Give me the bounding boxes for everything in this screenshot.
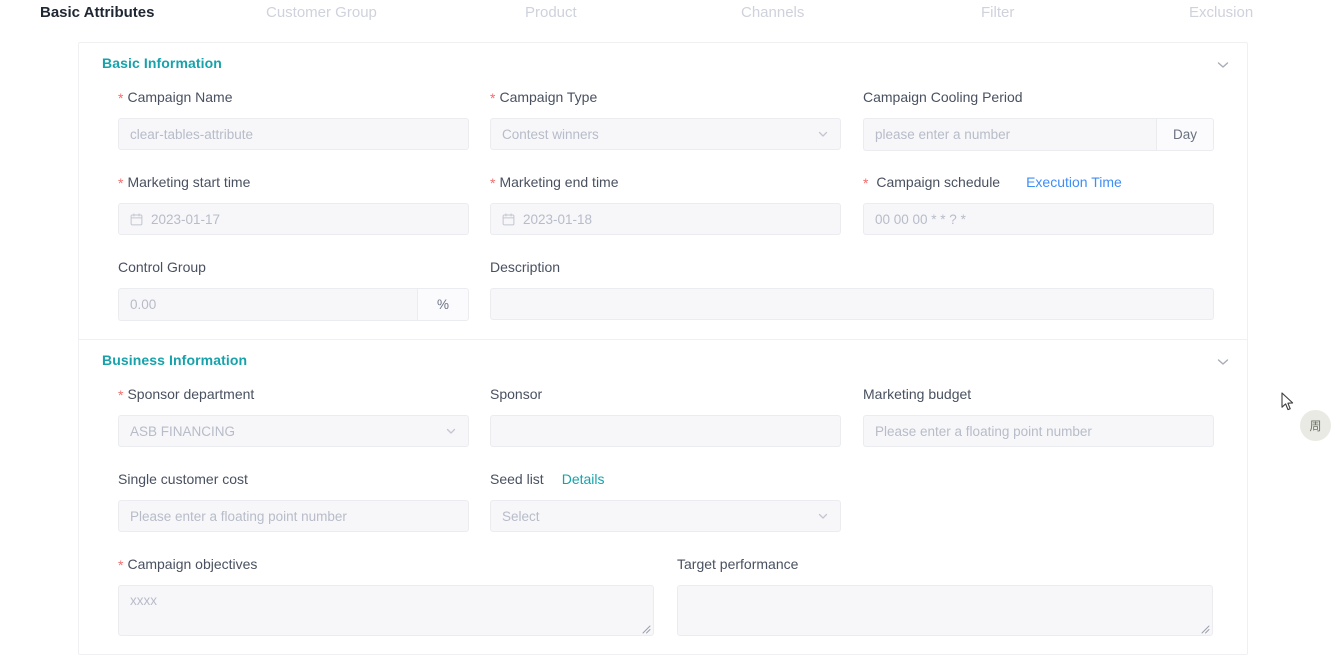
marketing-budget-placeholder: Please enter a floating point number — [875, 423, 1092, 439]
marketing-budget-input[interactable]: Please enter a floating point number — [863, 415, 1214, 447]
marketing-end-time-value: 2023-01-18 — [523, 211, 593, 227]
field-campaign-name: Campaign Name clear-tables-attribute — [118, 87, 469, 150]
label-campaign-objectives: Campaign objectives — [118, 554, 654, 574]
calendar-icon — [130, 212, 143, 226]
field-campaign-cooling-period: Campaign Cooling Period please enter a n… — [863, 87, 1214, 151]
section-title-basic: Basic Information — [102, 55, 222, 71]
cooling-period-input[interactable]: please enter a number — [863, 118, 1156, 151]
campaign-schedule-input[interactable]: 00 00 00 * * ? * — [863, 203, 1214, 235]
form-page: Basic Information Campaign Name clear-ta… — [0, 28, 1334, 671]
label-campaign-name: Campaign Name — [118, 87, 469, 107]
single-customer-cost-input[interactable]: Please enter a floating point number — [118, 500, 469, 532]
resize-handle-icon[interactable] — [639, 622, 651, 634]
tab-channels[interactable]: Channels — [741, 3, 804, 23]
campaign-objectives-placeholder: xxxx — [130, 593, 157, 608]
section-business-information: Business Information Sponsor department … — [79, 339, 1247, 654]
control-group-input[interactable]: 0.00 — [118, 288, 417, 321]
label-campaign-cooling-period: Campaign Cooling Period — [863, 89, 1023, 105]
label-control-group: Control Group — [118, 259, 206, 275]
seed-list-details-link[interactable]: Details — [562, 471, 605, 487]
marketing-start-time-value: 2023-01-17 — [151, 211, 221, 227]
label-sponsor: Sponsor — [490, 386, 543, 402]
tab-bar: Basic Attributes Customer Group Product … — [0, 0, 1334, 28]
field-description: Description — [490, 257, 1214, 320]
form-row: Sponsor department ASB FINANCING Sponsor — [79, 384, 1247, 469]
section-header-business: Business Information — [79, 340, 1247, 384]
marketing-start-time-datepicker[interactable]: 2023-01-17 — [118, 203, 469, 235]
tab-product[interactable]: Product — [525, 3, 577, 23]
field-marketing-start-time: Marketing start time 2023-01-17 — [118, 172, 469, 235]
field-marketing-budget: Marketing budget Please enter a floating… — [863, 384, 1214, 447]
chevron-down-icon — [444, 424, 458, 438]
field-single-customer-cost: Single customer cost Please enter a floa… — [118, 469, 469, 532]
label-campaign-schedule-text: Campaign schedule — [876, 174, 1001, 190]
field-campaign-type: Campaign Type Contest winners — [490, 87, 841, 150]
control-group-unit: % — [417, 288, 469, 321]
target-performance-textarea[interactable] — [677, 585, 1213, 636]
label-campaign-schedule: Campaign schedule Execution Time — [863, 172, 1214, 192]
label-seed-list-text: Seed list — [490, 471, 544, 487]
cooling-period-group: please enter a number Day — [863, 118, 1214, 151]
form-row: Single customer cost Please enter a floa… — [79, 469, 1247, 554]
campaign-type-value: Contest winners — [502, 126, 599, 142]
campaign-name-input[interactable]: clear-tables-attribute — [118, 118, 469, 150]
label-marketing-end-time: Marketing end time — [490, 172, 841, 192]
calendar-icon — [502, 212, 515, 226]
field-marketing-end-time: Marketing end time 2023-01-18 — [490, 172, 841, 235]
resize-handle-icon[interactable] — [1198, 622, 1210, 634]
campaign-name-value: clear-tables-attribute — [130, 126, 254, 142]
campaign-form-card: Basic Information Campaign Name clear-ta… — [78, 42, 1248, 655]
field-campaign-schedule: Campaign schedule Execution Time 00 00 00… — [863, 172, 1214, 235]
sponsor-department-value: ASB FINANCING — [130, 423, 236, 439]
tab-filter[interactable]: Filter — [981, 3, 1014, 23]
tab-basic-attributes[interactable]: Basic Attributes — [40, 3, 154, 23]
field-control-group: Control Group 0.00 % — [118, 257, 469, 321]
field-sponsor: Sponsor — [490, 384, 841, 447]
campaign-schedule-value: 00 00 00 * * ? * — [875, 211, 966, 227]
tab-customer-group[interactable]: Customer Group — [266, 3, 377, 23]
chevron-down-icon — [816, 127, 830, 141]
marketing-end-time-datepicker[interactable]: 2023-01-18 — [490, 203, 841, 235]
label-description: Description — [490, 259, 561, 275]
chevron-down-icon[interactable] — [1213, 352, 1233, 372]
seed-list-select[interactable]: Select — [490, 500, 841, 532]
label-seed-list: Seed list Details — [490, 469, 841, 489]
campaign-objectives-textarea[interactable]: xxxx — [118, 585, 654, 636]
form-row: Campaign Name clear-tables-attribute Cam… — [79, 87, 1247, 172]
sponsor-department-select[interactable]: ASB FINANCING — [118, 415, 469, 447]
form-row: Campaign objectives xxxx Target performa… — [79, 554, 1247, 654]
control-group-group: 0.00 % — [118, 288, 469, 321]
cooling-period-unit: Day — [1156, 118, 1214, 151]
campaign-type-select[interactable]: Contest winners — [490, 118, 841, 150]
description-input[interactable] — [490, 288, 1214, 320]
chevron-down-icon — [816, 509, 830, 523]
section-basic-information: Basic Information Campaign Name clear-ta… — [79, 43, 1247, 339]
label-campaign-type: Campaign Type — [490, 87, 841, 107]
form-row: Marketing start time 2023-01-17 Marketin… — [79, 172, 1247, 257]
field-target-performance: Target performance — [677, 554, 1213, 636]
sponsor-input[interactable] — [490, 415, 841, 447]
form-row: Control Group 0.00 % Description — [79, 257, 1247, 339]
control-group-value: 0.00 — [130, 297, 157, 312]
field-sponsor-department: Sponsor department ASB FINANCING — [118, 384, 469, 447]
label-target-performance: Target performance — [677, 556, 799, 572]
label-marketing-start-time: Marketing start time — [118, 172, 469, 192]
chevron-down-icon[interactable] — [1213, 55, 1233, 75]
field-campaign-objectives: Campaign objectives xxxx — [118, 554, 654, 636]
section-header-basic: Basic Information — [79, 43, 1247, 87]
execution-time-link[interactable]: Execution Time — [1026, 174, 1122, 190]
label-single-customer-cost: Single customer cost — [118, 471, 248, 487]
seed-list-placeholder: Select — [502, 508, 540, 524]
tab-exclusion[interactable]: Exclusion — [1189, 3, 1253, 23]
avatar[interactable]: 周 — [1300, 410, 1331, 441]
section-title-business: Business Information — [102, 352, 248, 368]
field-seed-list: Seed list Details Select — [490, 469, 841, 532]
cooling-period-placeholder: please enter a number — [875, 127, 1011, 142]
label-marketing-budget: Marketing budget — [863, 386, 972, 402]
single-customer-cost-placeholder: Please enter a floating point number — [130, 508, 347, 524]
label-sponsor-department: Sponsor department — [118, 384, 469, 404]
